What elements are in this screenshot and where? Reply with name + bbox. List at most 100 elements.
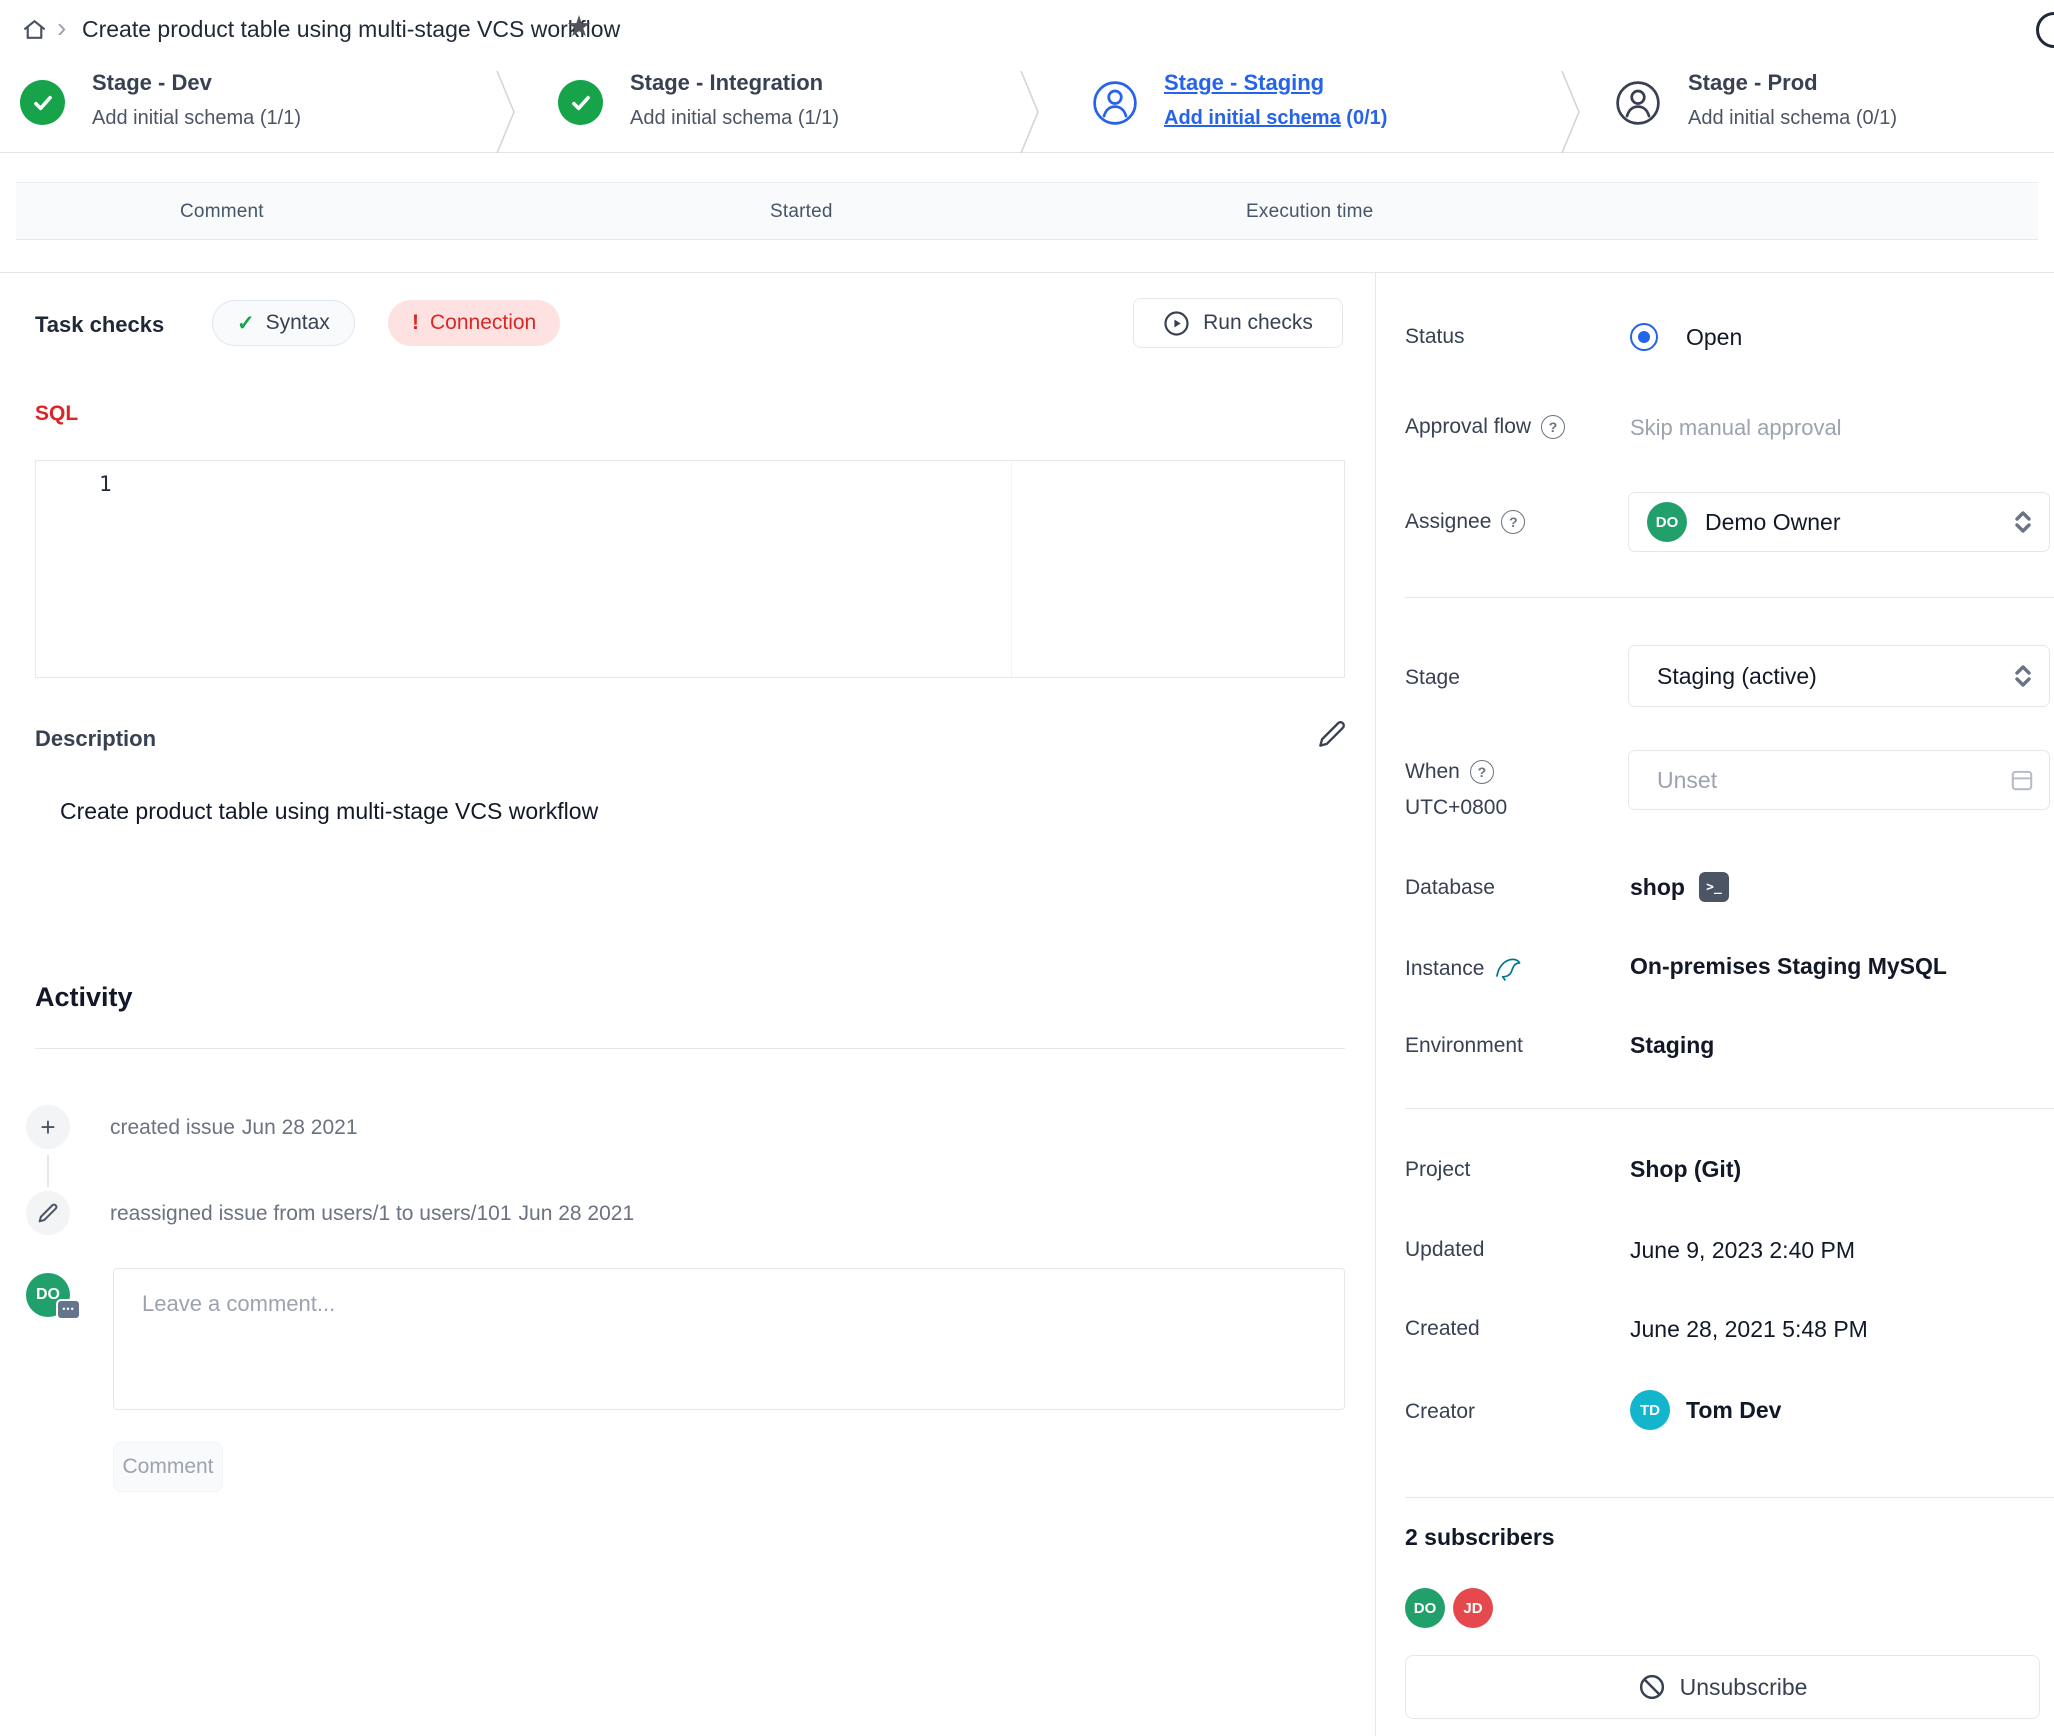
stage-task: Add initial schema <box>92 107 254 129</box>
calendar-icon <box>2009 767 2035 793</box>
environment-label: Environment <box>1405 1034 1523 1058</box>
task-run-table-header: Comment Started Execution time <box>16 182 2038 240</box>
activity-divider <box>35 1048 1345 1049</box>
check-syntax-badge[interactable]: ✓ Syntax <box>212 300 355 346</box>
activity-plus-icon: + <box>26 1105 70 1149</box>
activity-pencil-icon <box>26 1191 70 1235</box>
assignee-select[interactable]: DO Demo Owner <box>1628 492 2050 552</box>
stage-title: Stage - Prod <box>1688 70 1897 96</box>
stage-select[interactable]: Staging (active) <box>1628 645 2050 707</box>
question-icon[interactable] <box>1470 760 1494 784</box>
stage-separator-chevron <box>496 70 516 154</box>
activity-heading: Activity <box>35 982 133 1013</box>
activity-date: Jun 28 2021 <box>519 1202 635 1225</box>
created-value: June 28, 2021 5:48 PM <box>1630 1316 1868 1343</box>
breadcrumb-chevron-icon: › <box>57 14 66 42</box>
unsubscribe-label: Unsubscribe <box>1680 1674 1808 1701</box>
sidebar-divider <box>1375 272 1376 1736</box>
updated-label: Updated <box>1405 1238 1484 1262</box>
status-radio[interactable] <box>1630 323 1658 351</box>
when-date-input[interactable]: Unset <box>1628 750 2050 810</box>
subscribers-heading: 2 subscribers <box>1405 1524 1555 1551</box>
stage-title: Stage - Integration <box>630 70 839 96</box>
edit-pencil-icon[interactable] <box>1318 720 1346 753</box>
unsubscribe-button[interactable]: Unsubscribe <box>1405 1655 2040 1719</box>
mysql-dolphin-icon <box>1494 955 1526 983</box>
task-checks-label: Task checks <box>35 312 164 338</box>
subscriber-avatar[interactable]: JD <box>1453 1588 1493 1628</box>
check-error-icon: ! <box>412 311 419 335</box>
breadcrumb: Create product table using multi-stage V… <box>82 16 620 43</box>
home-icon[interactable] <box>22 17 47 47</box>
database-label: Database <box>1405 876 1495 900</box>
sql-terminal-icon[interactable]: >_ <box>1699 872 1729 902</box>
creator-avatar: TD <box>1630 1390 1670 1430</box>
stage-task-count: (1/1) <box>798 107 839 129</box>
stage-done-icon <box>20 80 65 125</box>
subscriber-avatar[interactable]: DO <box>1405 1588 1445 1628</box>
stage-separator-chevron <box>1020 70 1040 154</box>
instance-label: Instance <box>1405 957 1484 981</box>
comment-input[interactable] <box>113 1268 1345 1410</box>
help-icon[interactable] <box>2036 12 2054 48</box>
creator-label: Creator <box>1405 1400 1475 1424</box>
environment-value[interactable]: Staging <box>1630 1032 1714 1059</box>
chevron-updown-icon <box>2011 509 2035 535</box>
check-ok-icon: ✓ <box>237 311 255 336</box>
stage-task: Add initial schema <box>1164 107 1341 129</box>
stage-user-icon <box>1092 80 1138 131</box>
when-label: When <box>1405 760 1460 784</box>
approval-flow-label: Approval flow <box>1405 415 1531 439</box>
database-value[interactable]: shop <box>1630 874 1685 901</box>
question-icon[interactable] <box>1541 415 1565 439</box>
activity-text: created issue <box>110 1116 235 1139</box>
editor-minimap-divider <box>1011 461 1012 677</box>
when-timezone: UTC+0800 <box>1405 796 1507 820</box>
when-placeholder: Unset <box>1657 767 1717 794</box>
activity-date: Jun 28 2021 <box>242 1116 358 1139</box>
timeline-connector <box>47 1155 49 1187</box>
project-value[interactable]: Shop (Git) <box>1630 1156 1741 1183</box>
stage-task-count: (0/1) <box>1346 107 1387 129</box>
activity-item: created issue Jun 28 2021 <box>110 1116 358 1140</box>
created-label: Created <box>1405 1317 1480 1341</box>
stage-task-count: (1/1) <box>260 107 301 129</box>
stage-label: Stage <box>1405 666 1460 690</box>
creator-value: Tom Dev <box>1686 1397 1781 1424</box>
project-label: Project <box>1405 1158 1470 1182</box>
updated-value: June 9, 2023 2:40 PM <box>1630 1237 1855 1264</box>
column-comment: Comment <box>180 201 264 223</box>
status-value: Open <box>1686 324 1742 351</box>
description-label: Description <box>35 726 156 752</box>
ban-icon <box>1638 1673 1666 1701</box>
stage-user-icon <box>1615 80 1661 131</box>
stage-title: Stage - Dev <box>92 70 301 96</box>
favorite-star-icon[interactable]: ★ <box>566 13 592 42</box>
assignee-label: Assignee <box>1405 510 1491 534</box>
check-label: Syntax <box>266 311 330 335</box>
run-checks-button[interactable]: Run checks <box>1133 298 1343 348</box>
play-circle-icon <box>1163 310 1190 337</box>
stage-bar: Stage - Dev Add initial schema (1/1) Sta… <box>0 56 2054 153</box>
sidebar-section-divider <box>1405 597 2054 598</box>
activity-item: reassigned issue from users/1 to users/1… <box>110 1202 634 1226</box>
approval-flow-value: Skip manual approval <box>1630 415 1842 441</box>
assignee-avatar: DO <box>1647 502 1687 542</box>
check-connection-badge[interactable]: ! Connection <box>388 300 560 346</box>
commenter-avatar: DO ••• <box>26 1273 70 1317</box>
sql-editor[interactable]: 1 <box>35 460 1345 678</box>
comment-bubble-icon: ••• <box>56 1299 81 1320</box>
chevron-updown-icon <box>2011 663 2035 689</box>
assignee-value: Demo Owner <box>1705 509 1840 536</box>
run-checks-label: Run checks <box>1203 311 1313 335</box>
stage-task-count: (0/1) <box>1856 107 1897 129</box>
line-number: 1 <box>99 472 112 496</box>
comment-button[interactable]: Comment <box>113 1442 223 1492</box>
status-label: Status <box>1405 325 1465 349</box>
question-icon[interactable] <box>1501 510 1525 534</box>
instance-value[interactable]: On-premises Staging MySQL <box>1630 953 1947 980</box>
stage-title[interactable]: Stage - Staging <box>1164 70 1387 96</box>
stage-value: Staging (active) <box>1657 663 1817 690</box>
stage-task: Add initial schema <box>1688 107 1850 129</box>
stage-done-icon <box>558 80 603 125</box>
